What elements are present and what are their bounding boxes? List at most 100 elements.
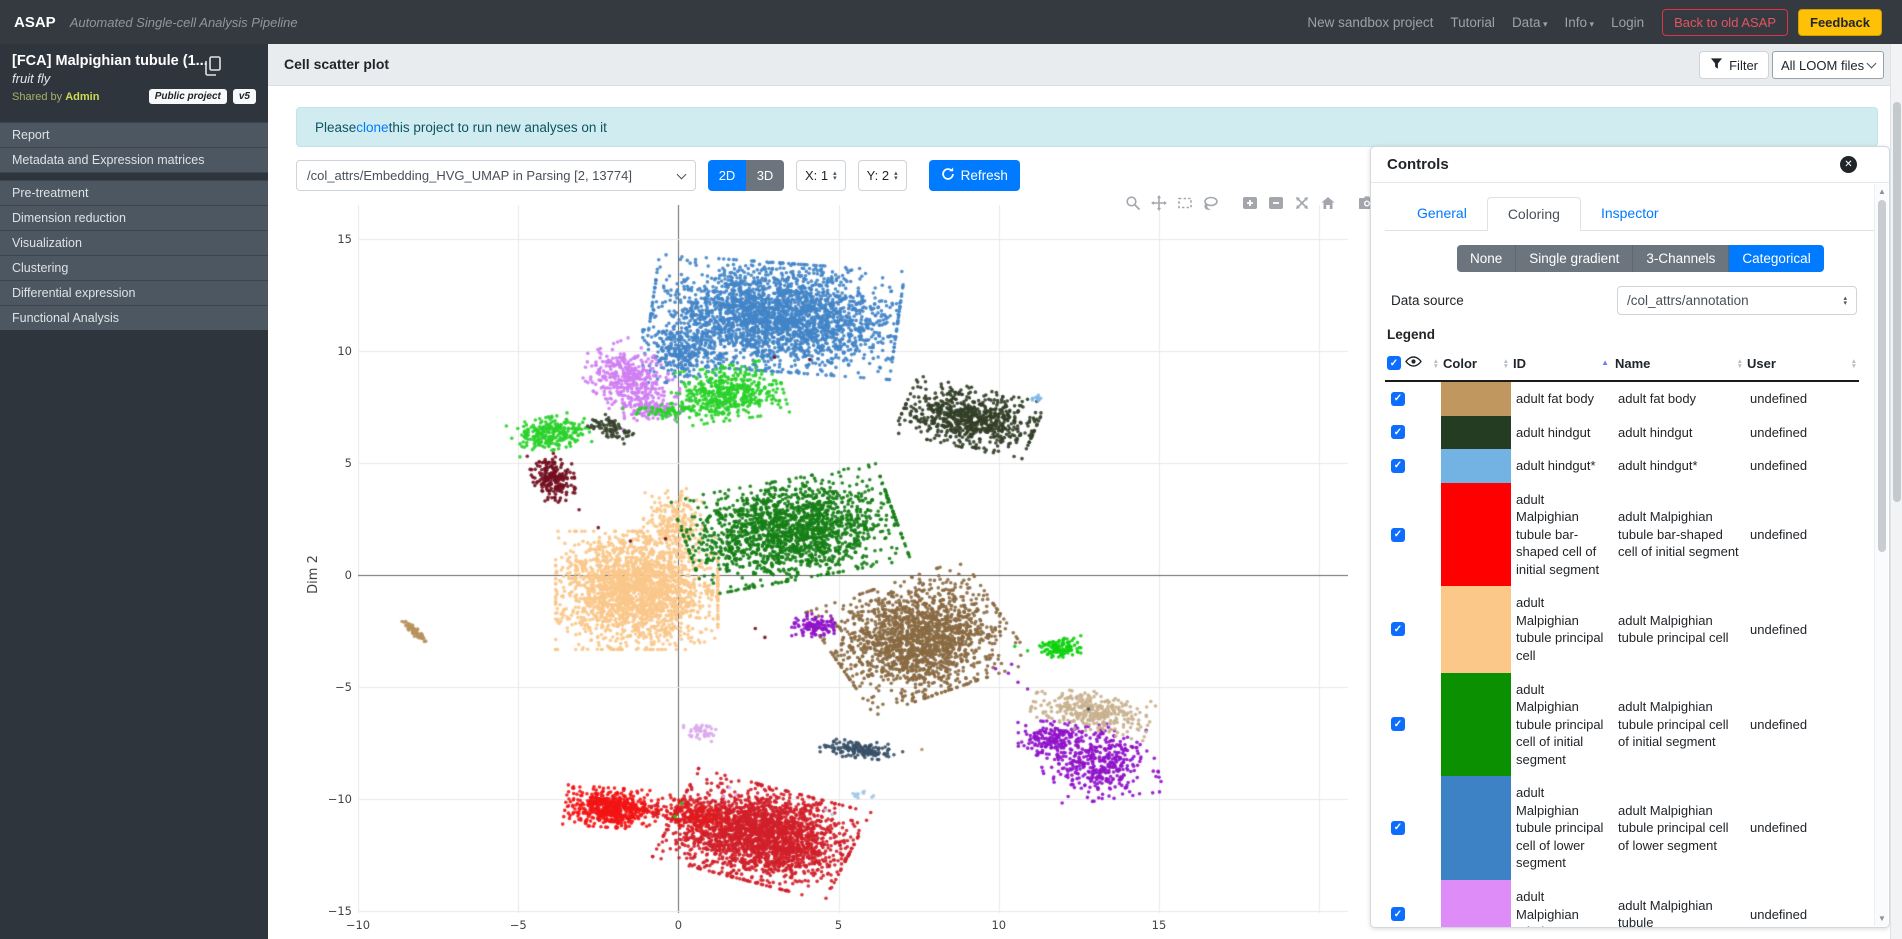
nav-link-tutorial[interactable]: Tutorial: [1450, 15, 1495, 30]
x-tick-label: 10: [979, 918, 1019, 932]
close-icon[interactable]: ✕: [1840, 156, 1857, 173]
row-checkbox[interactable]: ✓: [1391, 717, 1405, 731]
tab-general[interactable]: General: [1397, 197, 1487, 230]
lasso-select-icon[interactable]: [1200, 194, 1221, 212]
column-header-color[interactable]: Color▲▼: [1441, 350, 1511, 381]
chevron-down-icon: [1867, 59, 1877, 69]
app-tagline: Automated Single-cell Analysis Pipeline: [70, 15, 298, 30]
controls-panel: Controls ✕ GeneralColoringInspector None…: [1370, 146, 1890, 928]
sidebar: [FCA] Malpighian tubule (1... fruit fly …: [0, 44, 268, 939]
dim-3d-button[interactable]: 3D: [746, 160, 784, 191]
color-swatch: [1441, 449, 1511, 483]
row-checkbox[interactable]: ✓: [1391, 622, 1405, 636]
legend-id: adult Malpighian tubule bar-shaped cell …: [1511, 483, 1613, 587]
clone-link[interactable]: clone: [356, 120, 388, 135]
scroll-up-icon[interactable]: ▲: [1875, 187, 1889, 196]
color-swatch: [1441, 776, 1511, 880]
column-header-id[interactable]: ID▲: [1511, 350, 1613, 381]
feedback-button[interactable]: Feedback: [1798, 9, 1882, 36]
sidebar-item-differential-expression[interactable]: Differential expression: [0, 280, 268, 305]
back-to-old-asap-button[interactable]: Back to old ASAP: [1662, 9, 1788, 36]
color-swatch: [1441, 483, 1511, 587]
row-checkbox[interactable]: ✓: [1391, 459, 1405, 473]
legend-id: adult fat body: [1511, 381, 1613, 416]
loom-files-select[interactable]: All LOOM files: [1772, 51, 1884, 79]
sidebar-item-metadata-and-expression-matrices[interactable]: Metadata and Expression matrices: [0, 147, 268, 172]
select-arrows-icon: ▴▾: [1843, 296, 1847, 306]
scatter-canvas[interactable]: [358, 205, 1348, 913]
row-checkbox[interactable]: ✓: [1391, 528, 1405, 542]
sort-asc-icon: ▲: [1601, 358, 1609, 367]
caret-down-icon: ▾: [1587, 19, 1594, 29]
eye-icon[interactable]: [1405, 355, 1422, 371]
page-scrollbar-thumb[interactable]: [1893, 102, 1901, 502]
sort-icon[interactable]: ▲▼: [1433, 359, 1439, 369]
legend-name: adult Malpighian tubule bar-shaped cell …: [1613, 483, 1745, 587]
nav-link-info[interactable]: Info ▾: [1565, 15, 1595, 30]
zoom-out-icon[interactable]: [1265, 194, 1286, 212]
color-mode-categorical[interactable]: Categorical: [1729, 245, 1823, 272]
panel-scrollbar[interactable]: ▲ ▼: [1874, 184, 1888, 926]
copy-icon[interactable]: [204, 56, 222, 81]
color-mode-none[interactable]: None: [1457, 245, 1516, 272]
color-mode-3-channels[interactable]: 3-Channels: [1633, 245, 1729, 272]
color-mode-group: NoneSingle gradient3-ChannelsCategorical: [1457, 245, 1875, 272]
color-swatch: [1441, 416, 1511, 450]
embedding-select[interactable]: /col_attrs/Embedding_HVG_UMAP in Parsing…: [296, 160, 696, 191]
legend-name: adult Malpighian tubule: [1613, 880, 1745, 928]
sidebar-item-clustering[interactable]: Clustering: [0, 255, 268, 280]
row-checkbox[interactable]: ✓: [1391, 392, 1405, 406]
legend-row: ✓ adult Malpighian tubule bar-shaped cell…: [1385, 483, 1859, 587]
autoscale-icon[interactable]: [1291, 194, 1312, 212]
legend-user: undefined: [1745, 381, 1859, 416]
nav-link-login[interactable]: Login: [1611, 15, 1644, 30]
tab-inspector[interactable]: Inspector: [1581, 197, 1679, 230]
sort-icon[interactable]: ▲▼: [1737, 359, 1743, 369]
color-swatch: [1441, 880, 1511, 928]
legend-table: ✓▲▼Color▲▼ID▲Name▲▼User▲▼ ✓adult fat bod…: [1385, 350, 1859, 928]
sort-icon[interactable]: ▲▼: [1851, 359, 1857, 369]
panel-scrollbar-thumb[interactable]: [1878, 200, 1886, 552]
nav-link-data[interactable]: Data ▾: [1512, 15, 1548, 30]
box-select-icon[interactable]: [1174, 194, 1195, 212]
zoom-icon[interactable]: [1122, 194, 1143, 212]
public-project-badge: Public project: [149, 89, 227, 104]
row-checkbox[interactable]: ✓: [1391, 821, 1405, 835]
tab-coloring[interactable]: Coloring: [1487, 197, 1581, 231]
sidebar-item-dimension-reduction[interactable]: Dimension reduction: [0, 205, 268, 230]
column-header-name[interactable]: Name▲▼: [1613, 350, 1745, 381]
sidebar-item-report[interactable]: Report: [0, 122, 268, 147]
data-source-select[interactable]: /col_attrs/annotation ▴▾: [1617, 286, 1857, 315]
sidebar-item-pre-treatment[interactable]: Pre-treatment: [0, 180, 268, 205]
navbar-buttons: Back to old ASAP Feedback: [1662, 9, 1882, 36]
select-all-checkbox[interactable]: ✓: [1387, 356, 1401, 370]
dim-2d-button[interactable]: 2D: [708, 160, 746, 191]
row-checkbox[interactable]: ✓: [1391, 907, 1405, 921]
legend-name: adult Malpighian tubule principal cell: [1613, 586, 1745, 672]
home-icon[interactable]: [1317, 194, 1338, 212]
scroll-down-icon[interactable]: ▼: [1875, 914, 1889, 923]
sort-icon[interactable]: ▲▼: [1503, 359, 1509, 369]
zoom-in-icon[interactable]: [1239, 194, 1260, 212]
pan-icon[interactable]: [1148, 194, 1169, 212]
controls-tabs: GeneralColoringInspector: [1385, 197, 1875, 231]
data-source-label: Data source: [1391, 293, 1464, 308]
chevron-down-icon: [677, 169, 687, 179]
legend-user: undefined: [1745, 776, 1859, 880]
color-mode-single-gradient[interactable]: Single gradient: [1516, 245, 1633, 272]
app-logo: ASAP: [14, 14, 56, 31]
legend-name: adult Malpighian tubule principal cell o…: [1613, 776, 1745, 880]
legend-user: undefined: [1745, 673, 1859, 777]
sidebar-item-functional-analysis[interactable]: Functional Analysis: [0, 305, 268, 330]
x-tick-label: 5: [819, 918, 859, 932]
legend-label: Legend: [1387, 327, 1875, 342]
filter-button[interactable]: Filter: [1699, 51, 1769, 79]
page-scrollbar[interactable]: [1890, 44, 1902, 939]
column-header-user[interactable]: User▲▼: [1745, 350, 1859, 381]
sidebar-item-visualization[interactable]: Visualization: [0, 230, 268, 255]
refresh-button[interactable]: Refresh: [929, 160, 1020, 191]
row-checkbox[interactable]: ✓: [1391, 425, 1405, 439]
x-axis-stepper[interactable]: X: 1 ▴▾: [796, 160, 846, 191]
y-axis-stepper[interactable]: Y: 2 ▴▾: [858, 160, 907, 191]
nav-link-new-sandbox-project[interactable]: New sandbox project: [1307, 15, 1433, 30]
